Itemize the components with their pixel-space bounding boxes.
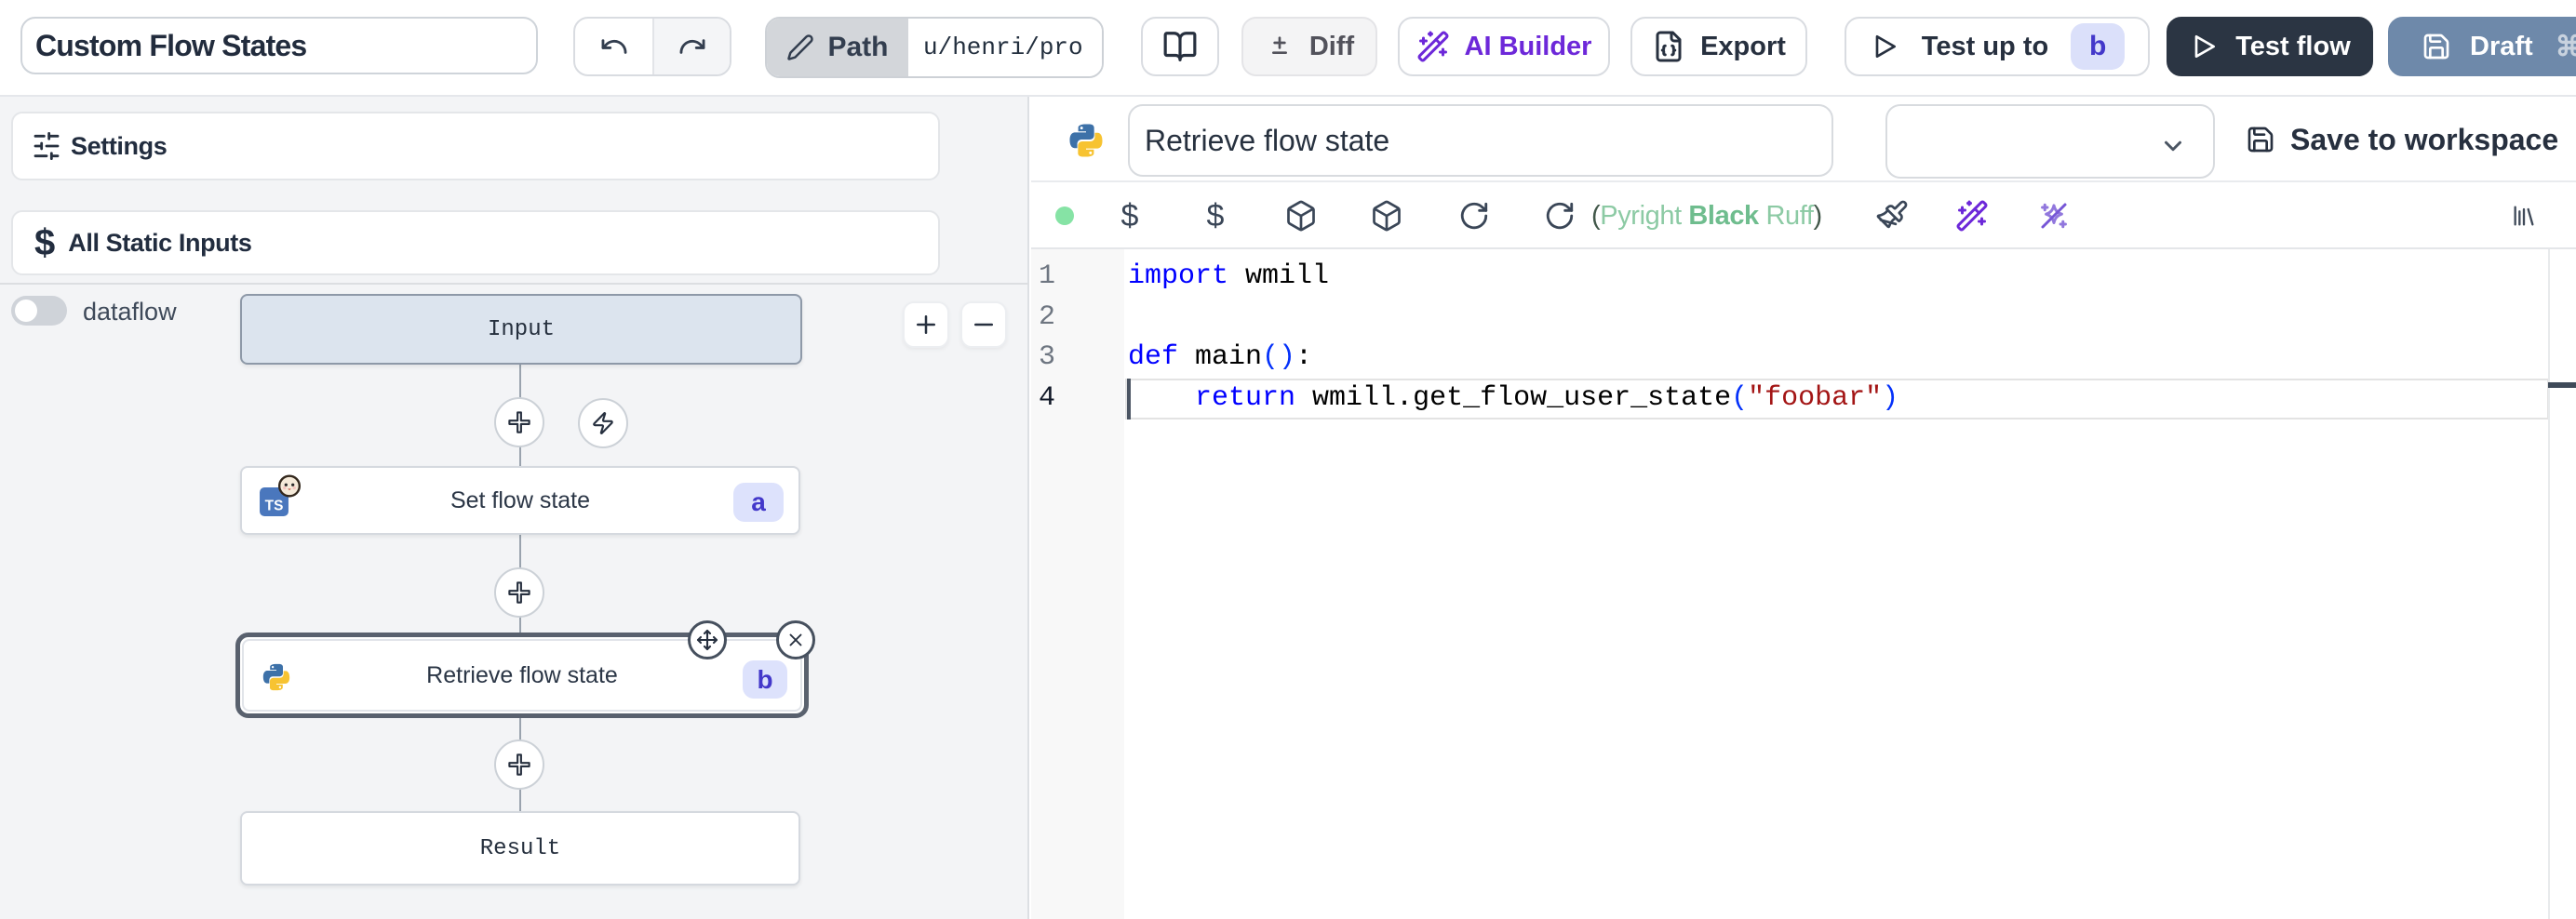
svg-text:TS: TS xyxy=(265,498,284,513)
